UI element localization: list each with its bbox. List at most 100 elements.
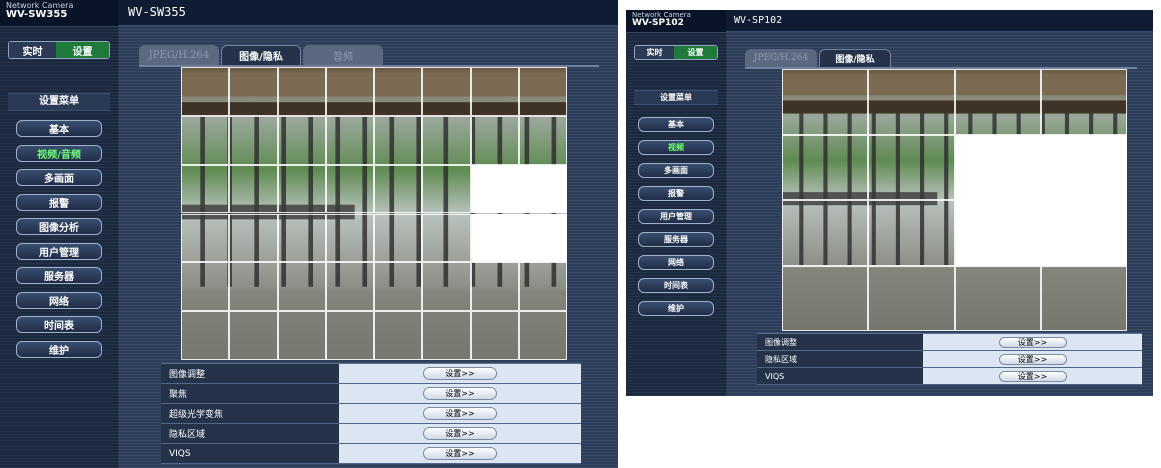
grid-cell[interactable] [518, 115, 567, 165]
menu-item-8[interactable]: 网络 [16, 291, 102, 309]
menu-item-8[interactable]: 时间表 [638, 278, 714, 293]
menu-item-3[interactable]: 多画面 [638, 163, 714, 178]
grid-cell[interactable] [374, 67, 423, 116]
grid-cell[interactable] [325, 262, 374, 312]
menu-item-4[interactable]: 报警 [16, 193, 102, 211]
grid-cell[interactable] [181, 262, 230, 312]
camera-image[interactable] [782, 69, 1127, 331]
privacy-mask-cell[interactable] [518, 164, 567, 214]
grid-cell[interactable] [422, 67, 471, 116]
grid-cell[interactable] [868, 69, 955, 135]
grid-cell[interactable] [954, 265, 1041, 331]
grid-cell[interactable] [229, 262, 278, 312]
grid-cell[interactable] [1040, 265, 1127, 331]
privacy-mask-cell[interactable] [470, 213, 519, 263]
grid-cell[interactable] [422, 213, 471, 263]
grid-cell[interactable] [277, 262, 326, 312]
grid-cell[interactable] [868, 265, 955, 331]
setup-button[interactable]: 设置 [56, 42, 109, 58]
tab-1[interactable]: JPEG/H.264 [745, 49, 817, 67]
menu-item-6[interactable]: 用户管理 [16, 242, 102, 260]
grid-cell[interactable] [1040, 69, 1127, 135]
grid-cell[interactable] [868, 200, 955, 266]
grid-cell[interactable] [277, 311, 326, 360]
menu-item-10[interactable]: 维护 [16, 340, 102, 358]
grid-cell[interactable] [325, 213, 374, 263]
menu-item-6[interactable]: 服务器 [638, 232, 714, 247]
menu-item-4[interactable]: 报警 [638, 186, 714, 201]
grid-cell[interactable] [782, 134, 869, 200]
privacy-mask-cell[interactable] [954, 200, 1041, 266]
tab-3[interactable]: 音频 [303, 45, 383, 65]
grid-cell[interactable] [229, 115, 278, 165]
grid-cell[interactable] [470, 262, 519, 312]
grid-cell[interactable] [422, 164, 471, 214]
grid-cell[interactable] [181, 311, 230, 360]
setup-open-button[interactable]: 设置>> [998, 370, 1067, 382]
grid-cell[interactable] [181, 164, 230, 214]
grid-cell[interactable] [181, 213, 230, 263]
setup-open-button[interactable]: 设置>> [423, 367, 497, 380]
grid-cell[interactable] [181, 115, 230, 165]
setup-button[interactable]: 设置 [674, 46, 717, 59]
grid-cell[interactable] [229, 311, 278, 360]
privacy-mask-cell[interactable] [1040, 200, 1127, 266]
menu-item-1[interactable]: 基本 [16, 120, 102, 137]
setup-open-button[interactable]: 设置>> [423, 447, 497, 460]
live-button[interactable]: 实时 [9, 42, 57, 58]
grid-cell[interactable] [277, 115, 326, 165]
grid-cell[interactable] [782, 265, 869, 331]
tab-2[interactable]: 图像/隐私 [819, 49, 891, 67]
grid-cell[interactable] [325, 115, 374, 165]
grid-cell[interactable] [470, 67, 519, 116]
grid-cell[interactable] [325, 164, 374, 214]
grid-cell[interactable] [277, 164, 326, 214]
menu-item-7[interactable]: 服务器 [16, 267, 102, 284]
grid-cell[interactable] [374, 115, 423, 165]
camera-image[interactable] [181, 67, 567, 360]
grid-cell[interactable] [422, 262, 471, 312]
grid-cell[interactable] [181, 67, 230, 116]
grid-cell[interactable] [782, 200, 869, 266]
grid-cell[interactable] [470, 115, 519, 165]
setup-open-button[interactable]: 设置>> [423, 427, 497, 440]
menu-item-2[interactable]: 视频 [638, 140, 714, 155]
grid-cell[interactable] [422, 311, 471, 360]
tab-1[interactable]: JPEG/H.264 [139, 45, 219, 65]
menu-item-5[interactable]: 图像分析 [16, 218, 102, 235]
grid-cell[interactable] [422, 115, 471, 165]
grid-cell[interactable] [277, 67, 326, 116]
grid-cell[interactable] [229, 67, 278, 116]
menu-item-7[interactable]: 网络 [638, 255, 714, 270]
grid-cell[interactable] [229, 213, 278, 263]
menu-item-9[interactable]: 维护 [638, 301, 714, 316]
setup-open-button[interactable]: 设置>> [998, 353, 1067, 365]
grid-cell[interactable] [868, 134, 955, 200]
privacy-mask-cell[interactable] [470, 164, 519, 214]
grid-cell[interactable] [518, 311, 567, 360]
setup-open-button[interactable]: 设置>> [423, 387, 497, 400]
privacy-mask-cell[interactable] [518, 213, 567, 263]
setup-open-button[interactable]: 设置>> [423, 407, 497, 420]
grid-cell[interactable] [782, 69, 869, 135]
menu-item-1[interactable]: 基本 [638, 117, 714, 132]
grid-cell[interactable] [518, 262, 567, 312]
grid-cell[interactable] [954, 69, 1041, 135]
grid-cell[interactable] [229, 164, 278, 214]
menu-item-5[interactable]: 用户管理 [638, 209, 714, 224]
grid-cell[interactable] [325, 311, 374, 360]
grid-cell[interactable] [374, 262, 423, 312]
menu-item-3[interactable]: 多画面 [16, 169, 102, 186]
menu-item-2[interactable]: 视频/音频 [16, 144, 102, 162]
menu-item-9[interactable]: 时间表 [16, 316, 102, 333]
live-button[interactable]: 实时 [635, 46, 675, 59]
setup-open-button[interactable]: 设置>> [998, 336, 1067, 348]
privacy-mask-cell[interactable] [1040, 134, 1127, 200]
tab-2[interactable]: 图像/隐私 [221, 45, 301, 65]
grid-cell[interactable] [325, 67, 374, 116]
grid-cell[interactable] [374, 311, 423, 360]
grid-cell[interactable] [470, 311, 519, 360]
privacy-mask-cell[interactable] [954, 134, 1041, 200]
grid-cell[interactable] [277, 213, 326, 263]
grid-cell[interactable] [374, 164, 423, 214]
